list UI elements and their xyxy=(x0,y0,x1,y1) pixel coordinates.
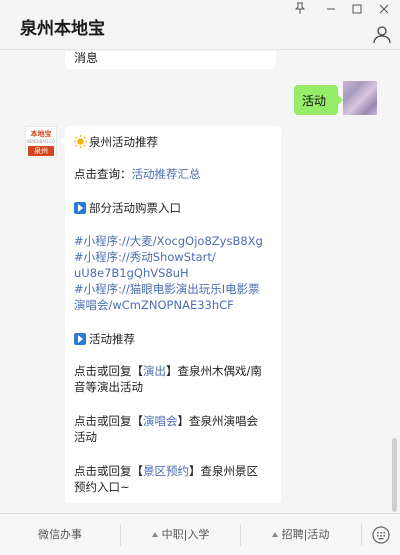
mini-program-link-showstart-code[interactable]: uU8e7B1gQhVS8uH xyxy=(74,265,189,281)
chat-area[interactable]: 消息 活动 本地宝 BENDIBAO.COM 泉州 泉州活动推荐 点击查询：活动… xyxy=(0,51,400,513)
previous-message-text: 消息 xyxy=(74,51,99,65)
query-link[interactable]: 活动推荐汇总 xyxy=(132,167,201,181)
profile-icon[interactable] xyxy=(372,24,392,44)
reply-line-3b: 预约入口~ xyxy=(74,480,130,494)
keyword-concert[interactable]: 演唱会 xyxy=(143,414,178,428)
mini-program-link-maoyan[interactable]: #小程序://猫眼电影演出玩乐I电影票 xyxy=(74,281,260,297)
logo-text-mid: BENDIBAO.COM xyxy=(27,139,55,144)
logo-text-top: 本地宝 xyxy=(30,130,52,138)
previous-message[interactable]: 消息 xyxy=(65,51,276,69)
close-icon[interactable] xyxy=(375,2,393,20)
my-avatar[interactable] xyxy=(343,81,377,115)
outgoing-message-row: 活动 xyxy=(0,81,400,121)
section-ticketing: 部分活动购票入口 xyxy=(74,200,181,216)
window-title: 泉州本地宝 xyxy=(20,19,105,39)
sun-icon xyxy=(74,135,87,148)
menu-item-wechat-services[interactable]: 微信办事 xyxy=(0,514,120,555)
menu-item-jobs-activities[interactable]: 招聘|活动 xyxy=(241,514,360,555)
title-bar: 泉州本地宝 xyxy=(0,0,400,50)
outgoing-message[interactable]: 活动 xyxy=(294,85,343,115)
mini-program-link-damai[interactable]: #小程序://大麦/XocgOjo8ZysB8Xg xyxy=(74,233,263,249)
reply-line-2: 点击或回复【演唱会】查泉州演唱会 xyxy=(74,414,258,428)
mini-program-link-maoyan-code[interactable]: 演唱会/wCmZNOPNAE33hCF xyxy=(74,297,234,313)
pin-icon[interactable] xyxy=(291,2,309,20)
maximize-icon[interactable] xyxy=(348,2,366,20)
bottom-menu: 微信办事 中职|入学 招聘|活动 xyxy=(0,513,400,555)
reply-line-3: 点击或回复【景区预约】查泉州景区 xyxy=(74,464,258,478)
submenu-arrow-icon xyxy=(151,532,158,537)
chat-scrollbar[interactable] xyxy=(392,438,397,512)
incoming-message[interactable]: 泉州活动推荐 点击查询：活动推荐汇总 部分活动购票入口 #小程序://大麦/Xo… xyxy=(60,126,281,503)
reply-line-2b: 活动 xyxy=(74,430,97,444)
play-icon xyxy=(74,202,86,214)
submenu-arrow-icon xyxy=(271,532,278,537)
mini-program-link-showstart[interactable]: #小程序://秀动ShowStart/ xyxy=(74,249,216,265)
account-avatar[interactable]: 本地宝 BENDIBAO.COM 泉州 xyxy=(25,126,57,158)
outgoing-message-text: 活动 xyxy=(302,94,327,108)
section-recommend: 活动推荐 xyxy=(74,331,135,347)
minimize-icon[interactable] xyxy=(322,2,340,20)
keyword-performance[interactable]: 演出 xyxy=(143,364,166,378)
menu-divider xyxy=(361,524,362,546)
reply-line-1: 点击或回复【演出】查泉州木偶戏/南 xyxy=(74,364,262,378)
query-line: 点击查询：活动推荐汇总 xyxy=(74,167,201,181)
menu-item-vocational-enrollment[interactable]: 中职|入学 xyxy=(121,514,240,555)
reply-line-1b: 音等演出活动 xyxy=(74,380,143,394)
logo-text-bottom: 泉州 xyxy=(28,146,54,156)
play-icon xyxy=(74,333,86,345)
keyboard-toggle-icon[interactable] xyxy=(371,525,391,545)
message-heading: 泉州活动推荐 xyxy=(74,134,158,150)
keyword-scenic-booking[interactable]: 景区预约 xyxy=(143,464,189,478)
